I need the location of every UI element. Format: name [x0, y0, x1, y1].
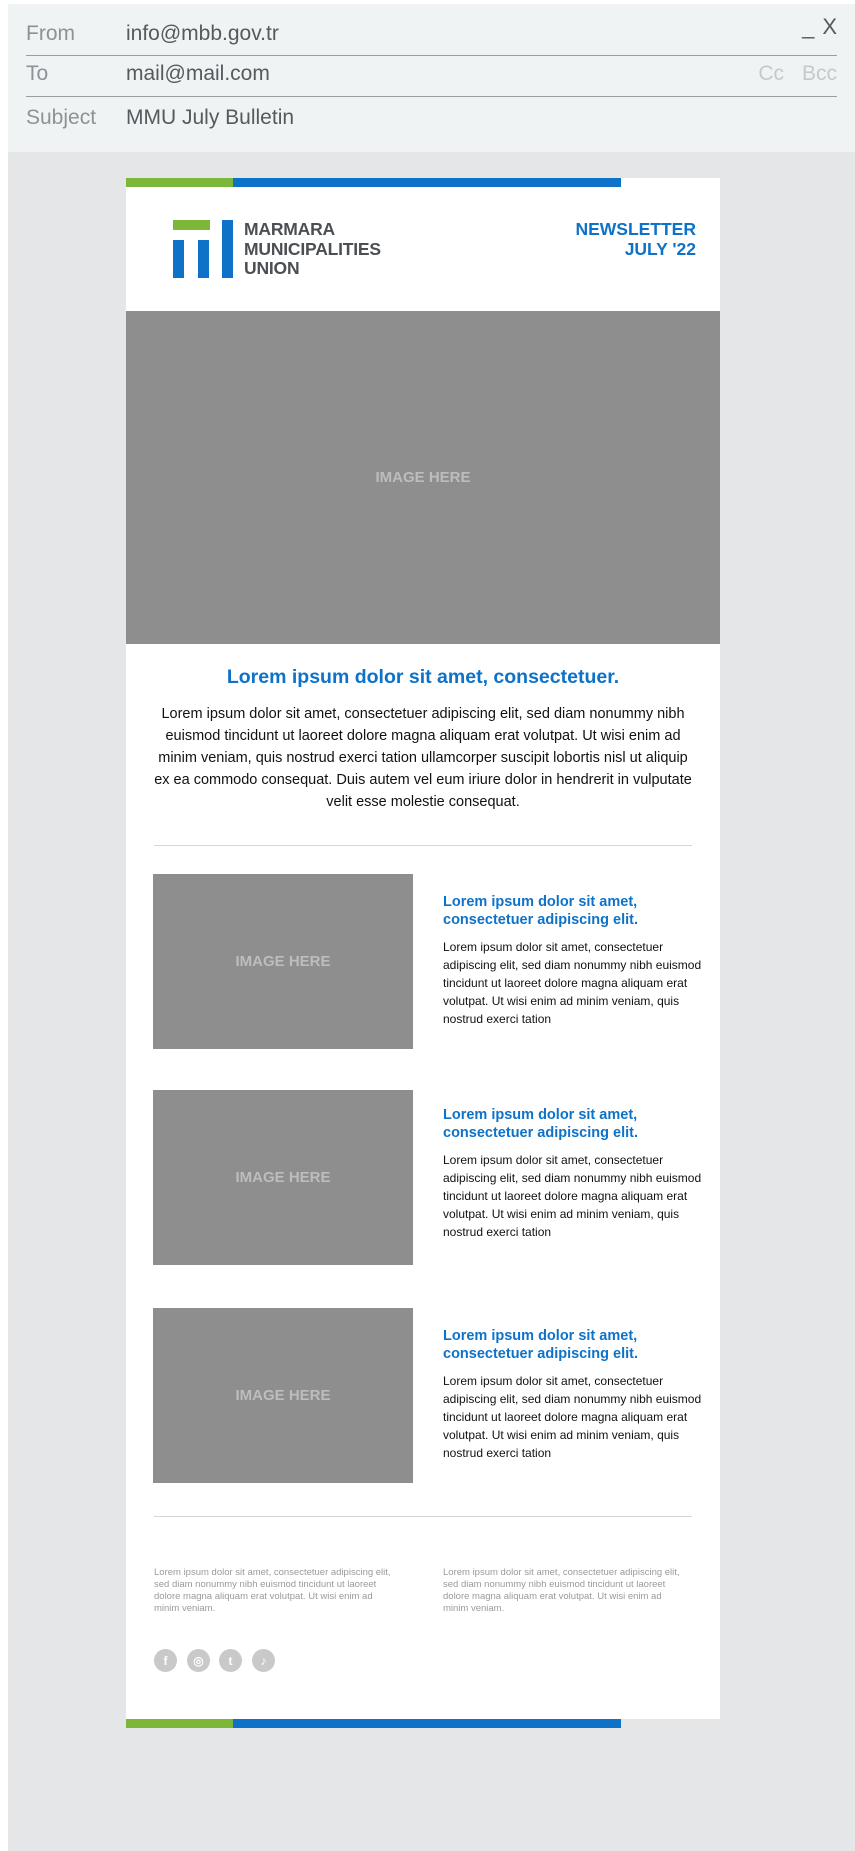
- footer-text-right: Lorem ipsum dolor sit amet, consectetuer…: [443, 1567, 680, 1614]
- article-body: Lorem ipsum dolor sit amet, consectetuer…: [443, 940, 702, 1026]
- hero-image-placeholder: IMAGE HERE: [126, 311, 720, 644]
- subject-label: Subject: [26, 106, 97, 129]
- logo-line: MARMARA: [244, 219, 335, 239]
- facebook-icon[interactable]: f: [154, 1649, 177, 1672]
- cc-bcc: Cc Bcc: [740, 62, 837, 86]
- divider: [154, 845, 692, 846]
- article-title[interactable]: Lorem ipsum dolor sit amet, consectetuer…: [443, 1327, 703, 1363]
- image-label: IMAGE HERE: [375, 469, 471, 486]
- to-label: To: [26, 62, 49, 85]
- article-body: Lorem ipsum dolor sit amet, consectetuer…: [443, 1153, 702, 1239]
- article-body: Lorem ipsum dolor sit amet, consectetuer…: [443, 1374, 702, 1460]
- bottom-color-bar: [126, 1719, 621, 1728]
- intro-title: Lorem ipsum dolor sit amet, consectetuer…: [226, 666, 620, 688]
- close-button[interactable]: X: [822, 14, 837, 39]
- image-label: IMAGE HERE: [235, 953, 331, 970]
- article-title[interactable]: Lorem ipsum dolor sit amet, consectetuer…: [443, 1106, 703, 1142]
- divider: [26, 55, 837, 56]
- tiktok-icon[interactable]: ♪: [252, 1649, 275, 1672]
- from-label: From: [26, 22, 75, 45]
- article-image-placeholder: IMAGE HERE: [153, 1090, 413, 1265]
- article-title[interactable]: Lorem ipsum dolor sit amet, consectetuer…: [443, 893, 703, 929]
- to-field[interactable]: mail@mail.com: [126, 62, 270, 86]
- logo-line: UNION: [244, 258, 300, 278]
- newsletter-body: MARMARA MUNICIPALITIES UNION NEWSLETTER …: [126, 178, 720, 1728]
- twitter-icon[interactable]: t: [219, 1649, 242, 1672]
- top-color-bar: [126, 178, 621, 187]
- email-header: _ X From info@mbb.gov.tr To mail@mail.com…: [8, 4, 855, 152]
- divider: [26, 96, 837, 97]
- divider: [154, 1516, 692, 1517]
- logo-line: MUNICIPALITIES: [244, 238, 381, 259]
- cc-button[interactable]: Cc: [758, 62, 784, 85]
- minimize-button[interactable]: _: [802, 14, 814, 39]
- instagram-icon[interactable]: ◎: [187, 1649, 210, 1672]
- article-image-placeholder: IMAGE HERE: [153, 874, 413, 1049]
- logo-text: MARMARA MUNICIPALITIES UNION: [244, 219, 414, 279]
- image-label: IMAGE HERE: [235, 1169, 331, 1186]
- bcc-button[interactable]: Bcc: [802, 62, 837, 85]
- image-label: IMAGE HERE: [235, 1387, 331, 1404]
- footer-text-left: Lorem ipsum dolor sit amet, consectetuer…: [154, 1567, 391, 1614]
- article-image-placeholder: IMAGE HERE: [153, 1308, 413, 1483]
- window-controls: _ X: [794, 14, 837, 40]
- subject-field[interactable]: MMU July Bulletin: [126, 106, 294, 130]
- email-compose-window: _ X From info@mbb.gov.tr To mail@mail.com…: [8, 4, 855, 1851]
- newsletter-label: NEWSLETTER JULY '22: [575, 219, 696, 259]
- newsletter-title: NEWSLETTER: [575, 219, 696, 239]
- from-field[interactable]: info@mbb.gov.tr: [126, 22, 279, 46]
- intro-body: Lorem ipsum dolor sit amet, consectetuer…: [154, 706, 692, 810]
- newsletter-date: JULY '22: [624, 238, 696, 259]
